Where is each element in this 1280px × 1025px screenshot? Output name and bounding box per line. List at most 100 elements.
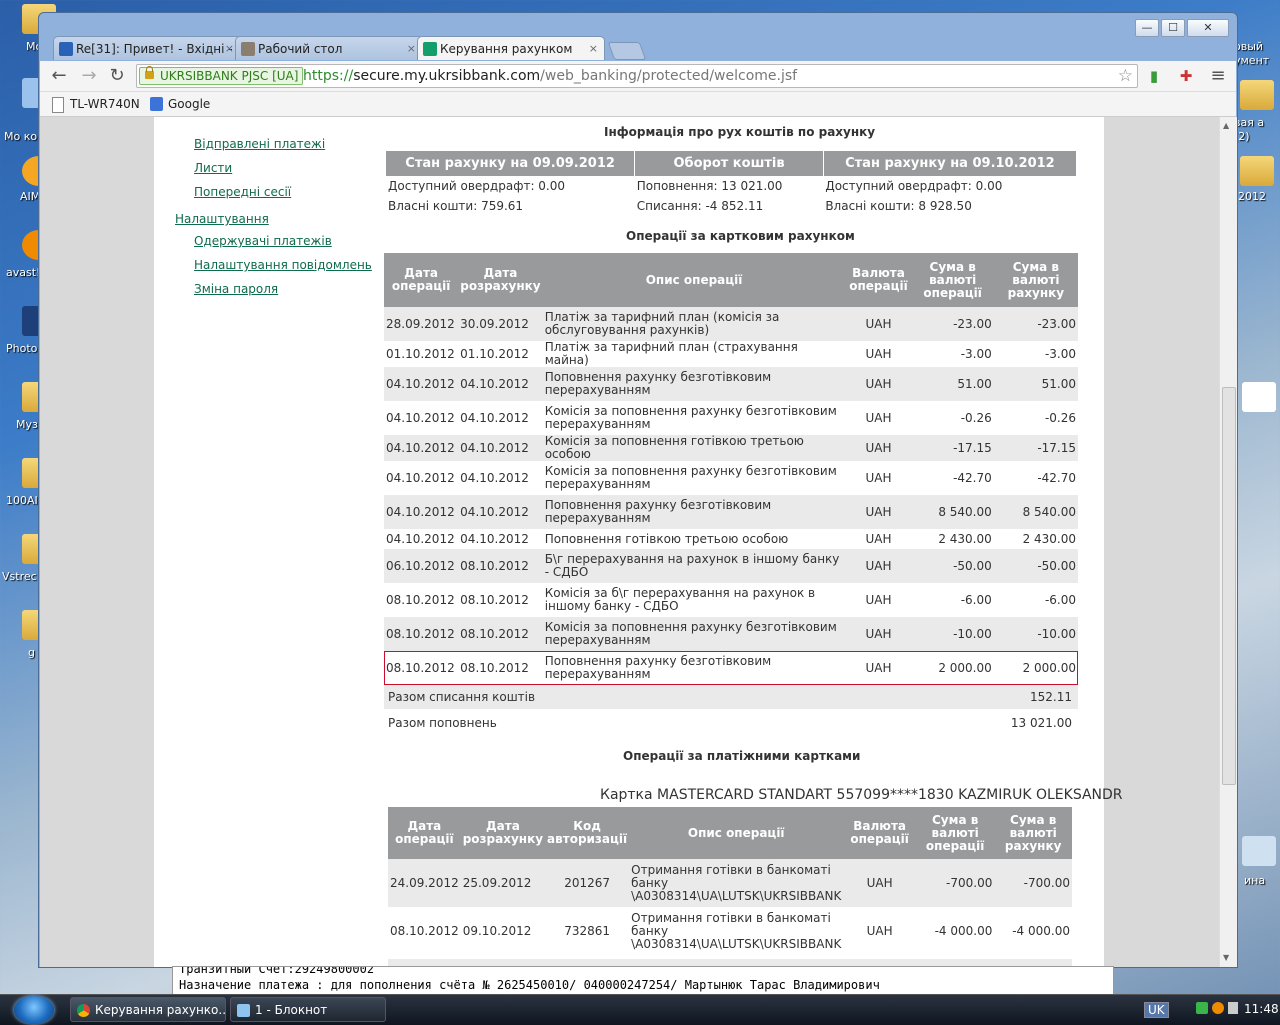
notepad-line: Транзитный Счет:29249800002 — [179, 966, 375, 976]
address-bar[interactable]: UKRSIBBANK PJSC [UA] https://secure.my.u… — [136, 64, 1138, 88]
table-cell: Доступний овердрафт: 0.00 — [823, 176, 1076, 196]
settle-date: 04.10.2012 — [458, 529, 543, 549]
tab-strip: Re[31]: Привет! - Вхідні - I × Рабочий с… — [53, 36, 647, 61]
op-amount: 8 540.00 — [911, 495, 994, 529]
scroll-down-arrow-icon[interactable]: ▼ — [1223, 953, 1229, 962]
desktop-label: овый умент — [1234, 40, 1270, 67]
table-row: 04.10.2012 04.10.2012 Поповнення рахунку… — [384, 495, 1078, 529]
signal-icon[interactable]: ▮ — [1144, 66, 1164, 86]
start-button[interactable] — [14, 996, 54, 1024]
account-amount: -50.00 — [993, 549, 1078, 583]
account-amount: 51.00 — [993, 367, 1078, 401]
reload-button[interactable]: ↻ — [106, 66, 128, 86]
system-tray: UK 11:48 — [1140, 995, 1280, 1025]
tab-account-management[interactable]: Керування рахунком × — [417, 36, 605, 60]
op-date: 04.10.2012 — [384, 495, 459, 529]
op-amount: -10.00 — [911, 617, 994, 651]
notepad-text-area[interactable]: Транзитный Счет:29249800002 Назначение п… — [172, 966, 1114, 996]
page-viewport: Відправлені платежі Листи Попередні сесі… — [40, 117, 1219, 967]
highlighted-table-row[interactable]: 08.10.2012 08.10.2012 Поповнення рахунку… — [384, 651, 1078, 685]
sidebar-link-payees[interactable]: Одержувачі платежів — [194, 234, 332, 248]
sidebar-link-settings[interactable]: Налаштування — [175, 212, 269, 226]
star-icon[interactable]: ☆ — [1118, 65, 1133, 87]
table-cell: Власні кошти: 8 928.50 — [823, 196, 1076, 216]
desktop-label: ина — [1244, 874, 1266, 887]
menu-icon[interactable]: ≡ — [1208, 66, 1228, 86]
folder-icon[interactable] — [1240, 156, 1274, 186]
tab-close-icon[interactable]: × — [589, 37, 598, 60]
column-header: Дата операції — [388, 807, 461, 859]
info-icon — [59, 42, 73, 56]
settle-date: 08.10.2012 — [458, 583, 543, 617]
card-account-ops-table: Дата операції Дата розрахунку Опис опера… — [384, 253, 1078, 685]
network-icon[interactable] — [1196, 1002, 1208, 1014]
table-row: 04.10.2012 04.10.2012 Поповнення рахунку… — [384, 367, 1078, 401]
clock[interactable]: 11:48 — [1244, 1002, 1279, 1016]
new-tab-button[interactable] — [607, 42, 647, 60]
account-amount: -23.00 — [993, 307, 1078, 341]
sidebar-link-previous-sessions[interactable]: Попередні сесії — [194, 185, 291, 199]
desktop-label: Photo — [6, 342, 38, 355]
total-debit-value: 152.11 — [1030, 690, 1072, 704]
op-amount: -0.26 — [911, 401, 994, 435]
op-amount: 2 000.00 — [911, 651, 994, 685]
card-line: Картка MASTERCARD STANDART 557099****183… — [600, 787, 1123, 803]
back-button[interactable]: ← — [48, 66, 70, 86]
forward-button[interactable]: → — [78, 66, 100, 86]
op-date: 01.10.2012 — [384, 341, 459, 367]
recycle-bin-icon[interactable] — [1242, 836, 1276, 866]
op-currency: UAH — [845, 401, 912, 435]
op-amount: 51.00 — [911, 367, 994, 401]
account-amount: -6.00 — [993, 583, 1078, 617]
bookmark-tl-wr740n[interactable]: TL-WR740N — [52, 96, 140, 113]
google-icon — [150, 97, 163, 111]
op-date: 24.09.2012 — [388, 859, 461, 907]
url-text: https://secure.my.ukrsibbank.com/web_ban… — [303, 65, 797, 87]
card-account-ops-title: Операції за картковим рахунком — [626, 229, 855, 243]
op-currency: UAH — [845, 651, 912, 685]
settle-date: 08.10.2012 — [458, 617, 543, 651]
op-description: Отримання готівки в банкоматі банку \A03… — [629, 859, 844, 907]
site-icon — [241, 42, 255, 56]
sidebar-link-sent-payments[interactable]: Відправлені платежі — [194, 137, 325, 151]
op-date: 28.09.2012 — [384, 307, 459, 341]
sidebar-link-notification-settings[interactable]: Налаштування повідомлень — [194, 258, 372, 272]
scroll-up-arrow-icon[interactable]: ▲ — [1223, 121, 1229, 130]
desktop-label: 100AI — [6, 494, 38, 507]
close-button[interactable]: ✕ — [1187, 19, 1229, 37]
url-path: /web_banking/protected/welcome.jsf — [540, 68, 798, 84]
account-amount: -17.15 — [993, 435, 1078, 461]
op-amount: -17.15 — [911, 435, 994, 461]
tab-close-icon[interactable]: × — [225, 37, 234, 60]
op-date: 08.10.2012 — [384, 583, 459, 617]
minimize-button[interactable]: — — [1135, 19, 1159, 37]
bookmark-google[interactable]: Google — [150, 96, 210, 112]
op-currency: UAH — [843, 859, 916, 907]
op-description: Отримання готівки в банкоматі банку \A03… — [629, 907, 844, 955]
folder-icon[interactable] — [1240, 80, 1274, 110]
volume-icon[interactable] — [1228, 1002, 1238, 1014]
sidebar-link-change-password[interactable]: Зміна пароля — [194, 282, 278, 296]
vertical-scrollbar[interactable]: ▲ ▼ — [1219, 117, 1237, 967]
op-description: Комісія за поповнення готівкою третьою о… — [542, 435, 846, 461]
document-icon[interactable] — [1242, 382, 1276, 412]
total-credit-label: Разом поповнень — [388, 716, 497, 730]
ev-certificate-badge[interactable]: UKRSIBBANK PJSC [UA] — [139, 66, 304, 85]
taskbar-item-browser[interactable]: Керування рахунко... — [70, 997, 226, 1022]
tab-close-icon[interactable]: × — [407, 37, 416, 60]
language-indicator[interactable]: UK — [1144, 1002, 1169, 1018]
sidebar-link-letters[interactable]: Листи — [194, 161, 232, 175]
antivirus-icon[interactable] — [1212, 1002, 1224, 1014]
settle-date: 04.10.2012 — [458, 495, 543, 529]
tab-email[interactable]: Re[31]: Привет! - Вхідні - I × — [53, 36, 241, 60]
column-header: Стан рахунку на 09.10.2012 — [822, 151, 1076, 176]
tab-desktop[interactable]: Рабочий стол × — [235, 36, 423, 60]
scroll-thumb[interactable] — [1222, 387, 1236, 785]
maximize-button[interactable]: ☐ — [1161, 19, 1185, 37]
column-header: Валюта операції — [843, 807, 916, 859]
taskbar-item-notepad[interactable]: 1 - Блокнот — [230, 997, 386, 1022]
account-amount: 2 000.00 — [993, 651, 1078, 685]
account-amount: -0.26 — [993, 401, 1078, 435]
op-amount: -6.00 — [911, 583, 994, 617]
extension-icon[interactable]: ✚ — [1176, 66, 1196, 86]
